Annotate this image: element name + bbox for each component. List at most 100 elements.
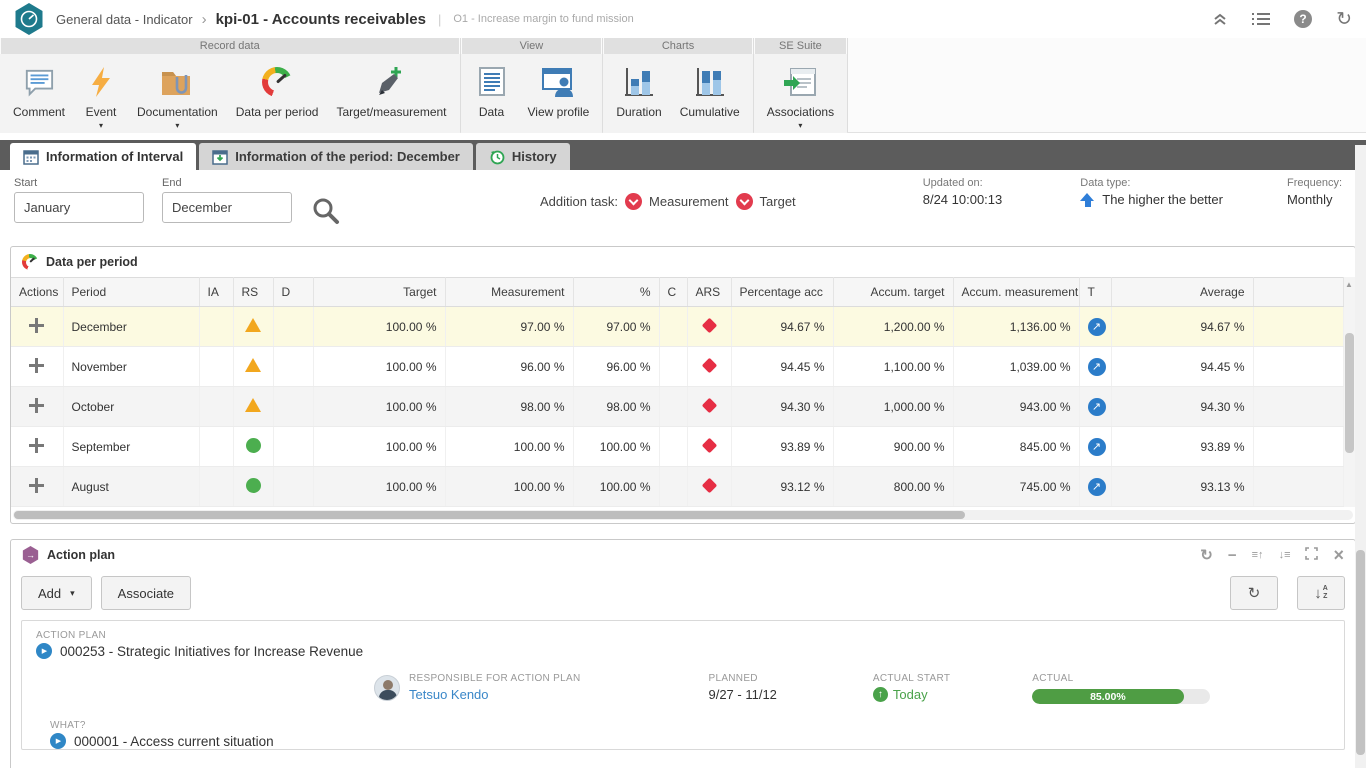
updated-on-value: 8/24 10:00:13 — [923, 192, 1003, 207]
trend-up-circle-icon[interactable] — [1088, 398, 1106, 416]
event-button[interactable]: Event ▾ — [74, 61, 128, 133]
ars-alert-icon — [701, 397, 717, 413]
addition-measurement-label: Measurement — [649, 194, 728, 209]
duration-chart-button[interactable]: Duration ▾ — [607, 61, 670, 133]
action-plan-window-controls: ↻ − ≡↑ ↓≡ × — [1200, 546, 1344, 564]
period-cell: December — [63, 307, 199, 347]
dropdown-caret-icon: ▾ — [99, 122, 103, 130]
ars-alert-icon — [701, 437, 717, 453]
data-button[interactable]: Data ▾ — [465, 61, 519, 133]
comment-button[interactable]: Comment ▾ — [4, 61, 74, 133]
panel-refresh-icon[interactable]: ↻ — [1200, 548, 1213, 563]
table-horizontal-scrollbar[interactable] — [13, 510, 1353, 520]
search-icon[interactable] — [310, 195, 340, 230]
rs-status-icon — [245, 318, 261, 332]
dropdown-caret-icon: ▾ — [798, 122, 802, 130]
ribbon-group-label: SE Suite — [755, 38, 846, 54]
action-plan-icon — [22, 546, 39, 564]
period-cell: October — [63, 387, 199, 427]
panel-sort-icon[interactable]: ↓≡ — [1279, 550, 1291, 561]
play-circle-icon[interactable] — [50, 733, 66, 749]
header-icons: ? ↻ — [1212, 10, 1352, 29]
scrollbar-thumb[interactable] — [1345, 333, 1354, 453]
trend-up-circle-icon[interactable] — [1088, 438, 1106, 456]
add-button[interactable]: Add ▾ — [21, 576, 92, 610]
breadcrumb-section[interactable]: General data - Indicator — [56, 12, 193, 27]
comment-icon — [21, 64, 57, 100]
tab-information-of-period[interactable]: Information of the period: December — [199, 143, 473, 170]
table-row-november[interactable]: November 100.00 % 96.00 % 96.00 % 94.45 … — [11, 347, 1344, 387]
updated-on-block: Updated on: 8/24 10:00:13 — [923, 177, 1003, 207]
tab-history[interactable]: History — [476, 143, 570, 170]
responsible-link[interactable]: Tetsuo Kendo — [409, 687, 580, 702]
panel-export-icon[interactable]: ≡↑ — [1252, 550, 1264, 561]
action-plan-toolbar: Add ▾ Associate ↻ ↓ AZ — [11, 570, 1355, 620]
trend-up-circle-icon[interactable] — [1088, 358, 1106, 376]
tab-information-of-interval[interactable]: Information of Interval — [10, 143, 196, 170]
sort-az-icon: ↓ AZ — [1314, 585, 1328, 602]
associate-button[interactable]: Associate — [101, 576, 191, 610]
actual-progress-block: ACTUAL 85.00% — [1032, 673, 1210, 704]
panel-close-icon[interactable]: × — [1333, 546, 1344, 564]
add-data-icon[interactable] — [29, 358, 44, 373]
scrollbar-thumb[interactable] — [14, 511, 965, 519]
target-measurement-button[interactable]: Target/measurement ▾ — [327, 61, 455, 133]
action-plan-label: ACTION PLAN — [36, 630, 1330, 641]
collapse-toolbar-icon[interactable] — [1212, 12, 1228, 26]
add-data-icon[interactable] — [29, 398, 44, 413]
scrollbar-up-arrow-icon[interactable]: ▲ — [1345, 280, 1353, 289]
calendar-icon — [23, 149, 39, 165]
avatar[interactable] — [374, 675, 400, 701]
rs-status-icon — [246, 478, 261, 493]
panel-expand-icon[interactable] — [1305, 547, 1318, 563]
refresh-list-button[interactable]: ↻ — [1230, 576, 1278, 610]
action-plan-name: 000253 - Strategic Initiatives for Incre… — [60, 644, 363, 659]
ribbon-group-label: Charts — [604, 38, 751, 54]
filter-bar: Start End Addition task: Measurement Tar… — [0, 170, 1366, 240]
add-data-icon[interactable] — [29, 318, 44, 333]
responsible-block: RESPONSIBLE FOR ACTION PLAN Tetsuo Kendo — [374, 673, 580, 702]
page-vertical-scrollbar[interactable] — [1355, 145, 1366, 768]
play-circle-icon[interactable] — [36, 643, 52, 659]
add-data-icon[interactable] — [29, 438, 44, 453]
breadcrumb-chevron-icon: › — [202, 11, 207, 28]
progress-fill: 85.00% — [1032, 689, 1183, 704]
data-per-period-button[interactable]: Data per period ▾ — [227, 61, 328, 133]
app-logo[interactable] — [14, 3, 44, 35]
period-cell: November — [63, 347, 199, 387]
table-row-august[interactable]: August 100.00 % 100.00 % 100.00 % 93.12 … — [11, 467, 1344, 507]
page-title: kpi-01 - Accounts receivables — [216, 11, 426, 28]
refresh-icon[interactable]: ↻ — [1336, 10, 1352, 29]
help-icon[interactable]: ? — [1294, 10, 1312, 28]
table-vertical-scrollbar[interactable]: ▲ — [1344, 277, 1355, 507]
end-input[interactable] — [162, 192, 292, 223]
addition-target-label: Target — [760, 194, 796, 209]
table-row-september[interactable]: September 100.00 % 100.00 % 100.00 % 93.… — [11, 427, 1344, 467]
bar-chart-icon — [692, 64, 728, 100]
planned-block: PLANNED 9/27 - 11/12 — [708, 673, 776, 702]
action-plan-card[interactable]: ACTION PLAN 000253 - Strategic Initiativ… — [21, 620, 1345, 750]
gauge-icon — [259, 64, 295, 100]
table-row-december[interactable]: December 100.00 % 97.00 % 97.00 % 94.67 … — [11, 307, 1344, 347]
table-row-october[interactable]: October 100.00 % 98.00 % 98.00 % 94.30 %… — [11, 387, 1344, 427]
scrollbar-thumb[interactable] — [1356, 550, 1365, 755]
data-per-period-panel: Data per period Actions Period IA RS D T… — [10, 246, 1356, 524]
rs-status-icon — [246, 438, 261, 453]
cumulative-chart-button[interactable]: Cumulative ▾ — [671, 61, 749, 133]
trend-up-circle-icon[interactable] — [1088, 318, 1106, 336]
actual-start-block: ACTUAL START Today — [873, 673, 950, 702]
what-section: WHAT? 000001 - Access current situation — [36, 720, 1330, 749]
gauge-icon — [22, 254, 38, 270]
trend-up-circle-icon[interactable] — [1088, 478, 1106, 496]
sort-button[interactable]: ↓ AZ — [1297, 576, 1345, 610]
start-input[interactable] — [14, 192, 144, 223]
view-profile-button[interactable]: View profile ▾ — [519, 61, 599, 133]
list-menu-icon[interactable] — [1252, 12, 1270, 26]
tab-bar: Information of Interval Information of t… — [0, 140, 1366, 170]
documentation-button[interactable]: Documentation ▾ — [128, 61, 227, 133]
associations-button[interactable]: Associations ▾ — [758, 61, 843, 133]
ribbon-toolbar: Record data Comment ▾ Event ▾ Doc — [0, 38, 1366, 133]
ribbon-group-record-data: Record data Comment ▾ Event ▾ Doc — [0, 38, 461, 132]
add-data-icon[interactable] — [29, 478, 44, 493]
panel-minimize-icon[interactable]: − — [1228, 548, 1237, 563]
